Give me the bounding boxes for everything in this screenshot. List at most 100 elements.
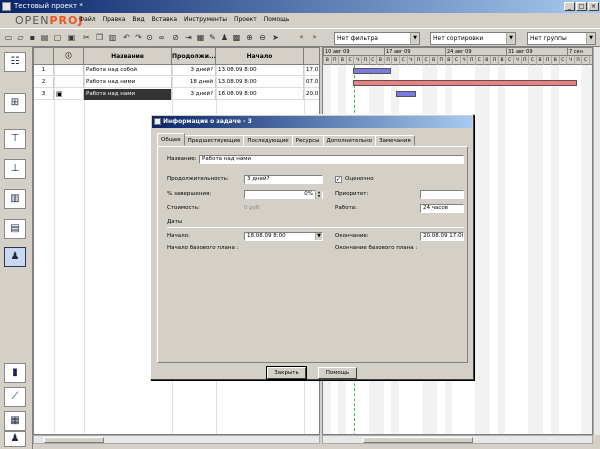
dialog-tab[interactable]: Общее <box>157 133 185 146</box>
row-start-cell[interactable]: 13.08.09 8:00 <box>216 77 304 88</box>
row-name-cell[interactable]: Работа над ними <box>84 77 172 88</box>
gantt-horizontal-scrollbar[interactable] <box>322 435 593 444</box>
row-id-cell[interactable]: 3 <box>34 89 54 100</box>
row-id-cell[interactable]: 1 <box>34 65 54 76</box>
table-row[interactable]: 1 Работа над собой 3 дней? 13.08.09 8:00 17.… <box>34 65 321 76</box>
task-usage-detail-icon[interactable]: ▦ <box>4 411 26 431</box>
menu-item[interactable]: Проект <box>234 16 257 23</box>
menu-item[interactable]: Инструменты <box>184 16 227 23</box>
zoom-in-icon[interactable]: ⊕ <box>244 32 255 43</box>
close-button[interactable]: Закрыть <box>266 366 307 380</box>
charts-view-icon[interactable]: ⟋ <box>4 387 26 407</box>
resource-assign-icon[interactable]: ♟ <box>219 32 230 43</box>
priority-field[interactable] <box>420 190 464 199</box>
name-column-header[interactable]: Название <box>84 48 172 65</box>
sort-select[interactable]: Нет сортировки ▼ <box>430 32 516 45</box>
calendar-icon[interactable]: ▩ <box>231 32 242 43</box>
start-column-header[interactable]: Начало <box>216 48 304 65</box>
menu-item[interactable]: Помощь <box>264 16 290 23</box>
wbs-view-icon[interactable]: ⊤ <box>4 129 26 149</box>
vertical-scrollbar[interactable] <box>593 47 600 435</box>
finish-column-header[interactable] <box>304 48 321 65</box>
nav-right-button[interactable]: » <box>309 32 320 43</box>
estimated-checkbox[interactable]: ✓ <box>335 176 342 183</box>
indent-icon[interactable]: ⇥ <box>183 32 194 43</box>
row-duration-cell[interactable]: 18 дней <box>172 77 216 88</box>
row-id-cell[interactable]: 2 <box>34 77 54 88</box>
notes-icon[interactable]: ✎ <box>207 32 218 43</box>
row-info-cell[interactable] <box>54 77 84 88</box>
percent-complete-field[interactable]: 0% <box>244 190 323 199</box>
scroll-thumb[interactable] <box>363 437 473 443</box>
table-row[interactable]: 2 Работа над ними 18 дней 13.08.09 8:00 07.0 <box>34 77 321 88</box>
row-finish-cell[interactable]: 07.0 <box>304 77 321 88</box>
group-select[interactable]: Нет группы ▼ <box>527 32 596 45</box>
menu-item[interactable]: Вставка <box>152 16 177 23</box>
row-finish-cell[interactable]: 20.0 <box>304 89 321 100</box>
resource-usage-detail-icon[interactable]: ♟ <box>4 431 26 447</box>
print-icon[interactable]: ▤ <box>39 32 50 43</box>
menu-item[interactable]: Вид <box>132 16 144 23</box>
redo-icon[interactable]: ↷ <box>133 32 144 43</box>
link-icon[interactable]: ∞ <box>156 32 167 43</box>
task-info-icon[interactable]: ▦ <box>195 32 206 43</box>
gantt-task-bar[interactable] <box>353 68 391 74</box>
window-title: Тестовый проект * <box>14 2 83 10</box>
unlink-icon[interactable]: ⊘ <box>170 32 181 43</box>
dialog-tab[interactable]: Ресурсы <box>291 135 324 146</box>
row-name-cell[interactable]: Работа над собой <box>84 65 172 76</box>
percent-spinner[interactable]: ▲ ▼ <box>315 190 322 199</box>
help-button[interactable]: Помощь <box>318 367 357 379</box>
print-preview-icon[interactable]: ▢ <box>52 32 63 43</box>
row-name-cell[interactable]: Работа над нами <box>84 89 172 100</box>
dialog-tab[interactable]: Предшествующие <box>183 135 245 146</box>
gantt-view-icon[interactable]: ☷ <box>4 52 26 72</box>
gantt-task-bar[interactable] <box>396 91 416 97</box>
histogram-view-icon[interactable]: ▮ <box>4 363 26 383</box>
info-column-header[interactable]: ⓘ <box>54 48 84 65</box>
rbs-view-icon[interactable]: ⊥ <box>4 159 26 179</box>
open-project-icon[interactable]: ▱ <box>15 32 26 43</box>
table-row[interactable]: 3 ▣ Работа над нами 3 дней? 18.08.09 8:00 20.… <box>34 89 321 100</box>
name-field[interactable]: Работа над нами <box>199 155 464 164</box>
row-duration-cell[interactable]: 3 дней? <box>172 65 216 76</box>
work-field[interactable]: 24 часов <box>420 204 464 213</box>
gantt-task-bar[interactable] <box>353 80 577 86</box>
filter-select[interactable]: Нет фильтра ▼ <box>334 32 420 45</box>
menu-item[interactable]: Правка <box>103 16 126 23</box>
close-window-button[interactable]: × <box>588 2 599 11</box>
menu-item[interactable]: Файл <box>79 16 96 23</box>
scroll-to-task-icon[interactable]: ➤ <box>270 32 281 43</box>
network-view-icon[interactable]: ⊞ <box>4 93 26 113</box>
find-icon[interactable]: ⊙ <box>144 32 155 43</box>
minimize-button[interactable]: _ <box>564 2 575 11</box>
duration-column-header[interactable]: Продолжи... <box>172 48 216 65</box>
nav-left-button[interactable]: « <box>296 32 307 43</box>
dialog-tab[interactable]: Замечания <box>375 135 415 146</box>
duration-field[interactable]: 3 дней? <box>244 175 323 184</box>
row-duration-cell[interactable]: 3 дней? <box>172 89 216 100</box>
task-usage-view-icon[interactable]: ♟ <box>4 247 26 267</box>
paste-icon[interactable]: ▥ <box>107 32 118 43</box>
zoom-out-icon[interactable]: ⊖ <box>257 32 268 43</box>
copy-icon[interactable]: ❐ <box>94 32 105 43</box>
pdf-icon[interactable]: ▣ <box>66 32 77 43</box>
row-start-cell[interactable]: 18.08.09 8:00 <box>216 89 304 100</box>
dialog-tab[interactable]: Последующие <box>243 135 293 146</box>
maximize-button[interactable]: □ <box>576 2 587 11</box>
resource-view-icon[interactable]: ▥ <box>4 189 26 209</box>
grid-horizontal-scrollbar[interactable] <box>33 435 320 444</box>
dialog-tab[interactable]: Дополнительно <box>322 135 377 146</box>
row-start-cell[interactable]: 13.08.09 8:00 <box>216 65 304 76</box>
save-icon[interactable]: ▪ <box>27 32 38 43</box>
finish-date-field[interactable]: 20.08.09 17:00 <box>420 232 464 241</box>
start-date-field[interactable]: 18.08.09 8:00 ▼ <box>244 232 323 241</box>
row-info-cell[interactable]: ▣ <box>54 89 84 100</box>
undo-icon[interactable]: ↶ <box>121 32 132 43</box>
report-view-icon[interactable]: ▤ <box>4 219 26 239</box>
row-info-cell[interactable] <box>54 65 84 76</box>
row-finish-cell[interactable]: 17.0 <box>304 65 321 76</box>
scroll-thumb[interactable] <box>44 437 104 443</box>
cut-icon[interactable]: ✂ <box>81 32 92 43</box>
new-project-icon[interactable]: ▭ <box>3 32 14 43</box>
